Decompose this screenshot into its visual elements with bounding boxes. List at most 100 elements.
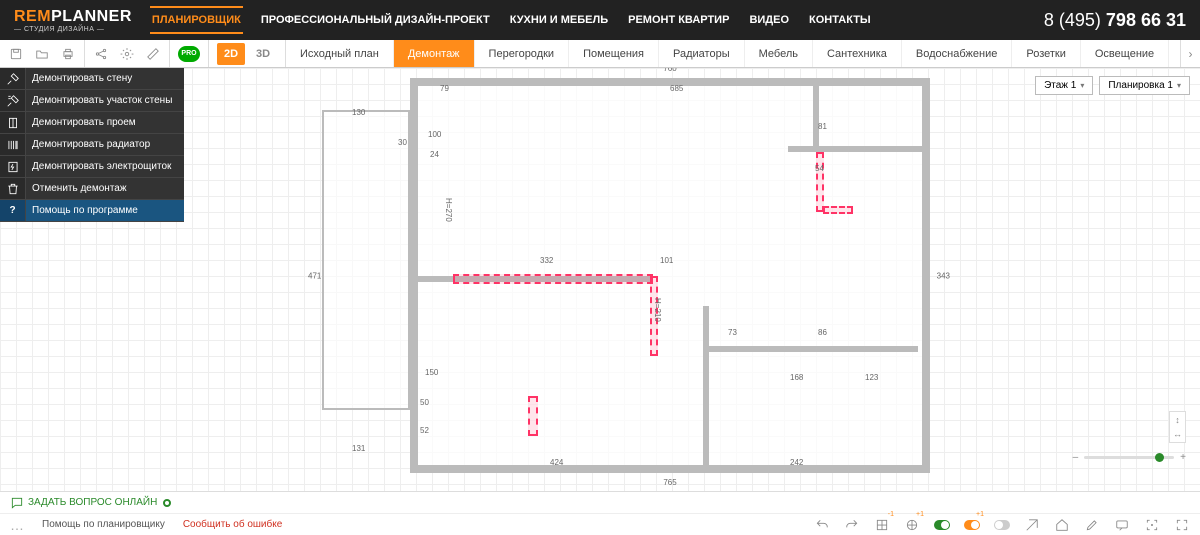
tab-lighting[interactable]: Освещение <box>1081 40 1169 67</box>
app-header: REMPLANNER — СТУДИЯ ДИЗАЙНА — ПЛАНИРОВЩИ… <box>0 0 1200 40</box>
tool-demolish-wall[interactable]: Демонтировать стену <box>0 68 184 90</box>
fit-width-icon[interactable]: ↔ <box>1173 429 1182 439</box>
focus-icon[interactable] <box>1144 517 1160 533</box>
help-link[interactable]: Помощь по планировщику <box>42 519 165 530</box>
tool-demolish-electrical[interactable]: Демонтировать электрощиток <box>0 156 184 178</box>
layer-toggle-1[interactable] <box>934 517 950 533</box>
online-chat-label: ЗАДАТЬ ВОПРОС ОНЛАЙН <box>28 497 157 508</box>
zoom-control: – + <box>1073 452 1186 463</box>
toolbar: PRO 2D 3D Исходный план Демонтаж Перегор… <box>0 40 1200 68</box>
tool-demolish-opening[interactable]: Демонтировать проем <box>0 112 184 134</box>
dim-168: 168 <box>790 373 803 382</box>
question-icon: ? <box>0 200 26 221</box>
nav-contacts[interactable]: КОНТАКТЫ <box>809 2 871 38</box>
dim-bottom-right: 242 <box>790 458 803 467</box>
tab-water-supply[interactable]: Водоснабжение <box>902 40 1012 67</box>
online-chat-row[interactable]: ЗАДАТЬ ВОПРОС ОНЛАЙН <box>0 491 1200 513</box>
demolish-wall-4[interactable] <box>816 152 824 212</box>
balcony <box>322 110 410 410</box>
save-icon[interactable] <box>8 46 24 62</box>
interior-wall-2 <box>703 306 709 466</box>
tab-radiators[interactable]: Радиаторы <box>659 40 745 67</box>
hammer-section-icon <box>0 90 26 111</box>
dim-left-outer: 471 <box>308 271 321 280</box>
view-selectors: Этаж 1 Планировка 1 <box>1035 76 1190 95</box>
hammer-icon <box>0 68 26 89</box>
floor-plan[interactable]: 760 79 685 471 130 131 765 424 242 343 3… <box>410 78 930 473</box>
canvas-workspace[interactable]: Демонтировать стену Демонтировать участо… <box>0 68 1200 491</box>
logo-planner: PLANNER <box>51 8 132 25</box>
nav-video[interactable]: ВИДЕО <box>749 2 789 38</box>
dim-86: 86 <box>818 328 827 337</box>
nav-planner[interactable]: ПЛАНИРОВЩИК <box>152 2 241 38</box>
tab-sockets[interactable]: Розетки <box>1012 40 1081 67</box>
chat-icon[interactable] <box>1114 517 1130 533</box>
snap-toggle-icon[interactable]: +1 <box>904 517 920 533</box>
tab-original-plan[interactable]: Исходный план <box>286 40 394 67</box>
zoom-slider[interactable] <box>1084 456 1174 459</box>
fullscreen-icon[interactable] <box>1174 517 1190 533</box>
demolition-toolbox: Демонтировать стену Демонтировать участо… <box>0 68 184 222</box>
tab-partitions[interactable]: Перегородки <box>475 40 570 67</box>
tool-help[interactable]: ? Помощь по программе <box>0 200 184 222</box>
dim-left-top: 130 <box>352 108 365 117</box>
tab-switches[interactable]: Выключатели <box>1169 40 1180 67</box>
tab-rooms[interactable]: Помещения <box>569 40 659 67</box>
dimensions-icon[interactable] <box>1024 517 1040 533</box>
dim-123: 123 <box>865 373 878 382</box>
tab-plumbing[interactable]: Сантехника <box>813 40 902 67</box>
dim-h270: H=270 <box>444 198 453 222</box>
tab-demolition[interactable]: Демонтаж <box>394 40 475 67</box>
share-icon[interactable] <box>93 46 109 62</box>
dim-inner-wall: 332 <box>540 256 553 265</box>
menu-dots-icon[interactable]: … <box>10 517 24 533</box>
phone-number[interactable]: 8 (495) 798 66 31 <box>1044 10 1186 31</box>
dim-right-outer: 343 <box>937 271 950 280</box>
trash-icon <box>0 178 26 199</box>
bottom-link-row: … Помощь по планировщику Сообщить об оши… <box>0 513 1200 535</box>
floor-selector[interactable]: Этаж 1 <box>1035 76 1093 95</box>
layout-selector[interactable]: Планировка 1 <box>1099 76 1190 95</box>
zoom-out[interactable]: – <box>1073 452 1079 463</box>
tabs-scroll-right[interactable]: › <box>1180 40 1200 67</box>
logo[interactable]: REMPLANNER — СТУДИЯ ДИЗАЙНА — <box>14 8 132 33</box>
dim-81: 81 <box>818 122 827 131</box>
nav-design-project[interactable]: ПРОФЕССИОНАЛЬНЫЙ ДИЗАЙН-ПРОЕКТ <box>261 2 490 38</box>
plan-outline <box>410 78 930 473</box>
layer-toggle-2[interactable]: +1 <box>964 517 980 533</box>
report-error-link[interactable]: Сообщить об ошибке <box>183 519 282 530</box>
radiator-icon <box>0 134 26 155</box>
tool-undo-demolition[interactable]: Отменить демонтаж <box>0 178 184 200</box>
home-icon[interactable] <box>1054 517 1070 533</box>
dim-54: 54 <box>815 164 824 173</box>
dim-30: 30 <box>398 138 407 147</box>
redo-icon[interactable] <box>844 517 860 533</box>
zoom-in[interactable]: + <box>1180 452 1186 463</box>
nav-kitchens[interactable]: КУХНИ И МЕБЕЛЬ <box>510 2 608 38</box>
demolish-wall-5[interactable] <box>823 206 853 214</box>
tab-furniture[interactable]: Мебель <box>745 40 813 67</box>
pen-icon[interactable] <box>1084 517 1100 533</box>
tool-demolish-wall-section[interactable]: Демонтировать участок стены <box>0 90 184 112</box>
dim-100: 100 <box>428 130 441 139</box>
view-2d-button[interactable]: 2D <box>217 43 245 65</box>
layer-toggle-3[interactable] <box>994 517 1010 533</box>
undo-icon[interactable] <box>814 517 830 533</box>
fit-up-icon[interactable]: ↕ <box>1173 415 1182 425</box>
demolish-wall-3[interactable] <box>528 396 538 436</box>
demolish-wall-1[interactable] <box>453 274 653 284</box>
dim-h210: H=210 <box>653 298 662 322</box>
measurement-icon[interactable] <box>145 46 161 62</box>
pro-badge[interactable]: PRO <box>178 46 200 62</box>
logo-subtitle: — СТУДИЯ ДИЗАЙНА — <box>14 26 132 33</box>
tool-demolish-radiator[interactable]: Демонтировать радиатор <box>0 134 184 156</box>
dim-73: 73 <box>728 328 737 337</box>
print-icon[interactable] <box>60 46 76 62</box>
settings-icon[interactable] <box>119 46 135 62</box>
open-icon[interactable] <box>34 46 50 62</box>
logo-rem: REM <box>14 8 51 25</box>
online-status-dot <box>163 499 171 507</box>
grid-toggle-icon[interactable]: -1 <box>874 517 890 533</box>
view-3d-button[interactable]: 3D <box>249 43 277 65</box>
nav-repair[interactable]: РЕМОНТ КВАРТИР <box>628 2 729 38</box>
